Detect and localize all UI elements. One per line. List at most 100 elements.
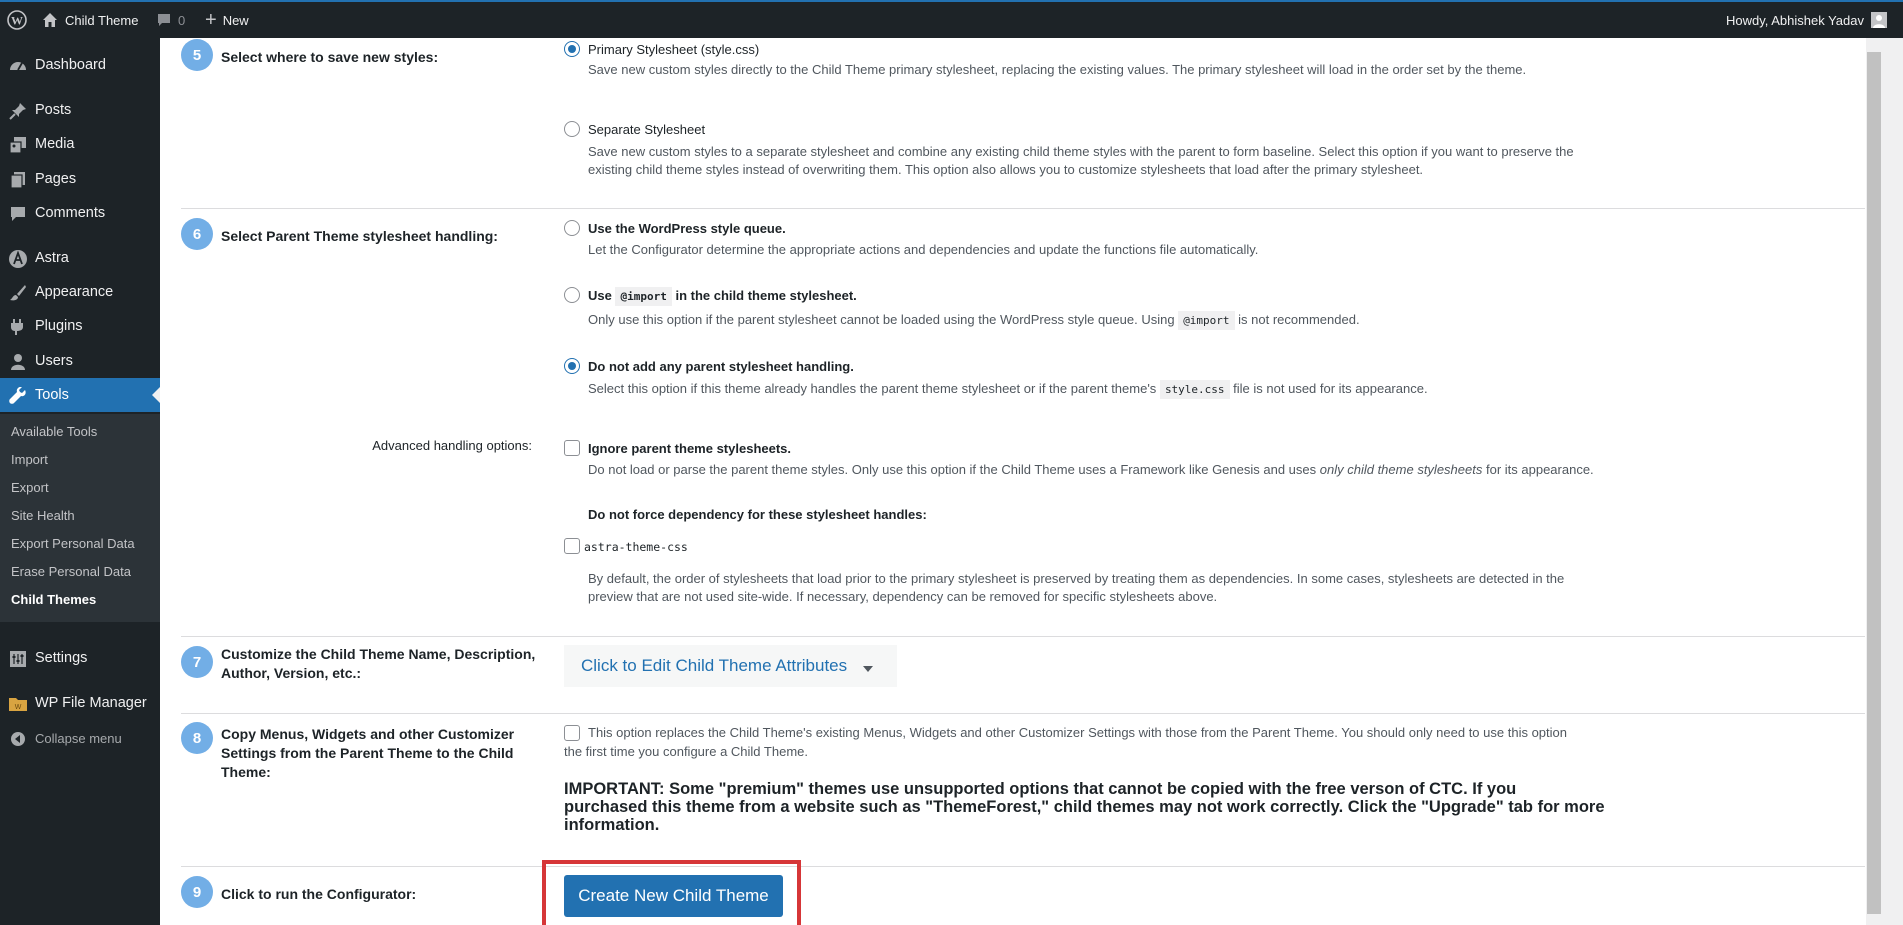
step-6-label: Select Parent Theme stylesheet handling: bbox=[221, 228, 498, 244]
no-force-dependency-title: Do not force dependency for these styles… bbox=[588, 507, 927, 522]
sidebar-item-settings[interactable]: Settings bbox=[0, 641, 160, 675]
svg-text:W: W bbox=[11, 14, 23, 28]
submenu-import[interactable]: Import bbox=[11, 452, 48, 467]
import-radio[interactable] bbox=[564, 287, 580, 303]
sidebar-item-dashboard[interactable]: Dashboard bbox=[0, 48, 160, 82]
primary-stylesheet-title: Primary Stylesheet (style.css) bbox=[588, 42, 760, 57]
greeting: Howdy, Abhishek Yadav bbox=[1725, 12, 1864, 28]
sidebar-item-label: WP File Manager bbox=[35, 695, 147, 711]
ignore-parent-desc: Do not load or parse the parent theme st… bbox=[588, 461, 1594, 479]
copy-customizer-checkbox[interactable] bbox=[564, 725, 580, 741]
important-line-1: IMPORTANT: Some "premium" themes use uns… bbox=[564, 780, 1517, 798]
create-child-theme-button[interactable]: Create New Child Theme bbox=[564, 875, 783, 917]
sidebar-item-posts[interactable]: Posts bbox=[0, 93, 160, 127]
submenu-site-health[interactable]: Site Health bbox=[11, 508, 75, 523]
no-parent-desc-post: file is not used for its appearance. bbox=[1233, 381, 1428, 396]
separate-stylesheet-desc-1: Save new custom styles to a separate sty… bbox=[588, 144, 1574, 159]
sidebar-item-label: Comments bbox=[35, 205, 106, 221]
step-7-label-2: Author, Version, etc.: bbox=[221, 665, 362, 681]
create-child-theme-label: Create New Child Theme bbox=[578, 886, 769, 905]
divider bbox=[181, 713, 1865, 714]
step-7-number: 7 bbox=[181, 646, 213, 678]
import-code: @import bbox=[615, 287, 672, 306]
sidebar-item-astra[interactable]: Astra bbox=[0, 241, 160, 275]
collapse-icon bbox=[8, 729, 28, 749]
sidebar-item-appearance[interactable]: Appearance bbox=[0, 275, 160, 309]
avatar bbox=[1871, 12, 1887, 28]
astra-theme-css-handle: astra-theme-css bbox=[584, 540, 688, 554]
step-5-number: 5 bbox=[181, 39, 213, 71]
admin-bar: W Child Theme 0 + New Howdy, Abhishek Ya… bbox=[0, 0, 1903, 38]
no-parent-desc-pre: Select this option if this theme already… bbox=[588, 381, 1157, 396]
user-icon bbox=[8, 352, 28, 372]
comments-link[interactable]: 0 bbox=[157, 2, 185, 38]
ignore-desc-post: for its appearance. bbox=[1485, 462, 1594, 477]
sidebar-item-label: Users bbox=[35, 353, 73, 369]
import-title-post: in the child theme stylesheet. bbox=[675, 288, 857, 303]
step-8-label-1: Copy Menus, Widgets and other Customizer bbox=[221, 726, 515, 742]
copy-customizer-desc-2: the first time you configure a Child The… bbox=[564, 744, 808, 759]
scrollbar-thumb[interactable] bbox=[1867, 52, 1881, 914]
divider bbox=[181, 866, 1865, 867]
media-icon bbox=[8, 135, 28, 155]
settings-icon bbox=[8, 649, 28, 669]
step-5-label: Select where to save new styles: bbox=[221, 49, 439, 65]
sidebar-item-label: Media bbox=[35, 136, 75, 152]
ignore-parent-title: Ignore parent theme stylesheets. bbox=[588, 441, 792, 456]
wrench-icon bbox=[8, 386, 28, 406]
advanced-handling-label: Advanced handling options: bbox=[372, 438, 532, 453]
submenu-child-themes[interactable]: Child Themes bbox=[11, 592, 96, 607]
sidebar-item-label: Dashboard bbox=[35, 57, 106, 73]
submenu-export-personal-data[interactable]: Export Personal Data bbox=[11, 536, 135, 551]
sidebar-item-comments[interactable]: Comments bbox=[0, 196, 160, 230]
separate-stylesheet-radio[interactable] bbox=[564, 121, 580, 137]
plus-icon: + bbox=[205, 9, 217, 31]
pin-icon bbox=[8, 101, 28, 121]
import-title-pre: Use bbox=[588, 288, 612, 303]
no-parent-handling-radio[interactable] bbox=[564, 358, 580, 374]
separate-stylesheet-desc-2: existing child theme styles instead of o… bbox=[588, 162, 1424, 177]
sidebar-item-tools[interactable]: Tools bbox=[0, 378, 160, 412]
admin-sidebar: Dashboard Posts Media Pages Comments Ast… bbox=[0, 38, 160, 925]
account-link[interactable]: Howdy, Abhishek Yadav bbox=[1726, 2, 1887, 38]
submenu-available-tools[interactable]: Available Tools bbox=[11, 424, 97, 439]
sidebar-item-users[interactable]: Users bbox=[0, 344, 160, 378]
primary-stylesheet-radio[interactable] bbox=[564, 41, 580, 57]
divider bbox=[181, 636, 1865, 637]
edit-attributes-button[interactable]: Click to Edit Child Theme Attributes bbox=[564, 645, 897, 687]
pages-icon bbox=[8, 170, 28, 190]
sidebar-item-pages[interactable]: Pages bbox=[0, 162, 160, 196]
sidebar-item-wp-file-manager[interactable]: W WP File Manager bbox=[0, 686, 160, 720]
separate-stylesheet-title: Separate Stylesheet bbox=[588, 122, 706, 137]
astra-theme-css-checkbox[interactable] bbox=[564, 538, 580, 554]
import-title: Use @import in the child theme styleshee… bbox=[588, 287, 857, 306]
comment-icon bbox=[157, 13, 171, 27]
scrollbar[interactable] bbox=[1866, 38, 1903, 925]
no-parent-handling-desc: Select this option if this theme already… bbox=[588, 380, 1428, 399]
dependency-desc-1: By default, the order of stylesheets tha… bbox=[588, 571, 1565, 586]
important-notice: IMPORTANT: Some "premium" themes use uns… bbox=[564, 780, 1605, 834]
sidebar-item-media[interactable]: Media bbox=[0, 127, 160, 161]
no-parent-handling-title: Do not add any parent stylesheet handlin… bbox=[588, 359, 854, 374]
site-name-link[interactable]: Child Theme bbox=[42, 2, 138, 38]
plugin-icon bbox=[8, 317, 28, 337]
sidebar-item-label: Plugins bbox=[35, 318, 83, 334]
submenu-erase-personal-data[interactable]: Erase Personal Data bbox=[11, 564, 131, 579]
sidebar-item-plugins[interactable]: Plugins bbox=[0, 309, 160, 343]
sidebar-item-label: Settings bbox=[35, 650, 88, 666]
step-6-number: 6 bbox=[181, 218, 213, 250]
wordpress-logo-icon[interactable]: W bbox=[7, 2, 27, 38]
comment-icon bbox=[8, 204, 28, 224]
collapse-menu-button[interactable]: Collapse menu bbox=[0, 721, 160, 755]
style-queue-desc: Let the Configurator determine the appro… bbox=[588, 242, 1259, 257]
new-content-link[interactable]: + New bbox=[205, 2, 249, 38]
folder-icon: W bbox=[8, 694, 28, 714]
svg-text:W: W bbox=[15, 704, 22, 711]
import-desc-pre: Only use this option if the parent style… bbox=[588, 312, 1175, 327]
sidebar-item-label: Tools bbox=[35, 387, 69, 403]
style-queue-radio[interactable] bbox=[564, 220, 580, 236]
ignore-parent-checkbox[interactable] bbox=[564, 440, 580, 456]
submenu-export[interactable]: Export bbox=[11, 480, 49, 495]
sidebar-item-label: Astra bbox=[35, 250, 69, 266]
important-line-3: information. bbox=[564, 816, 660, 834]
